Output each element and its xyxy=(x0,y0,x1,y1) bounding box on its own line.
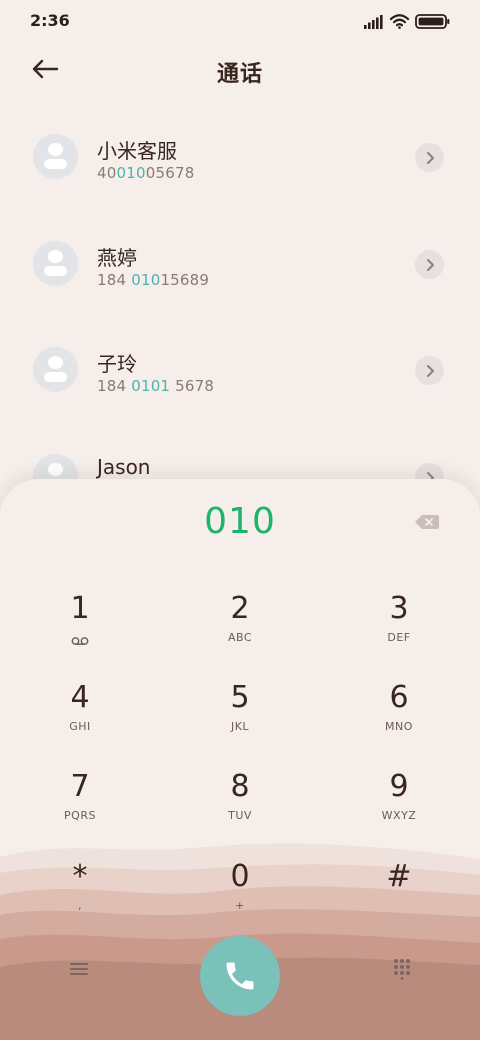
dialpad-icon xyxy=(394,959,410,980)
key-6[interactable]: 6 MNO xyxy=(339,680,459,758)
contact-name: 小米客服 xyxy=(97,139,177,163)
key-4[interactable]: 4 GHI xyxy=(20,680,140,758)
call-button[interactable] xyxy=(200,936,280,1016)
key-2[interactable]: 2 ABC xyxy=(180,591,300,669)
number-match-highlight: 0101 xyxy=(131,377,171,395)
dial-input-display: 010 xyxy=(204,501,276,542)
key-9[interactable]: 9 WXYZ xyxy=(339,769,459,847)
key-8[interactable]: 8 TUV xyxy=(180,769,300,847)
contact-number: 4001005678 xyxy=(97,164,195,182)
status-time: 2:36 xyxy=(30,11,70,30)
battery-icon xyxy=(415,14,450,29)
key-7[interactable]: 7 PQRS xyxy=(20,769,140,847)
chevron-right-icon xyxy=(426,151,434,164)
contact-row[interactable]: 燕婷 184 01015689 xyxy=(0,211,480,307)
keypad-toggle-button[interactable] xyxy=(388,955,416,983)
page-title: 通话 xyxy=(216,62,263,87)
contact-number: 184 01015689 xyxy=(97,271,210,289)
avatar xyxy=(33,347,78,392)
menu-icon xyxy=(70,963,88,975)
voicemail-icon xyxy=(71,637,89,645)
avatar xyxy=(33,241,78,286)
status-icons xyxy=(364,12,454,30)
contact-row[interactable]: 小米客服 4001005678 xyxy=(0,104,480,200)
menu-button[interactable] xyxy=(64,957,94,981)
contact-list: 小米客服 4001005678 燕婷 184 01015689 子玲 184 0… xyxy=(0,104,480,494)
chevron-right-icon xyxy=(426,364,434,377)
contact-name: Jason xyxy=(97,455,151,479)
contact-detail-button[interactable] xyxy=(415,143,444,172)
contact-name: 子玲 xyxy=(97,352,137,376)
number-match-highlight: 010 xyxy=(116,164,146,182)
contact-name: 燕婷 xyxy=(97,246,137,270)
contact-detail-button[interactable] xyxy=(415,250,444,279)
wifi-icon xyxy=(389,14,410,29)
avatar xyxy=(33,134,78,179)
key-star[interactable]: * , xyxy=(20,859,140,937)
dial-panel: 010 1 2 ABC 3 DEF 4 GHI 5 JKL 6 MNO 7 PQ… xyxy=(0,479,480,1040)
signal-icon xyxy=(364,15,383,29)
status-bar: 2:36 xyxy=(0,0,480,40)
key-5[interactable]: 5 JKL xyxy=(180,680,300,758)
key-1[interactable]: 1 xyxy=(20,591,140,669)
phone-icon xyxy=(226,962,254,990)
key-3[interactable]: 3 DEF xyxy=(339,591,459,669)
contact-number: 184 0101 5678 xyxy=(97,377,215,395)
backspace-icon xyxy=(415,515,439,529)
contact-row[interactable]: 子玲 184 0101 5678 xyxy=(0,317,480,413)
contact-detail-button[interactable] xyxy=(415,356,444,385)
backspace-button[interactable] xyxy=(412,511,442,533)
key-hash[interactable]: # xyxy=(339,859,459,937)
chevron-right-icon xyxy=(426,258,434,271)
key-0[interactable]: 0 + xyxy=(180,859,300,937)
number-match-highlight: 010 xyxy=(131,271,161,289)
